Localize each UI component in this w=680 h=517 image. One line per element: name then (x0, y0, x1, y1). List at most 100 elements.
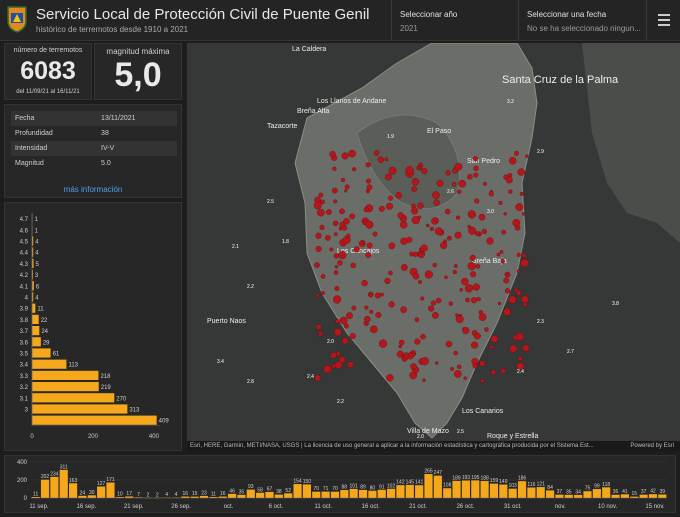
quake-marker[interactable] (434, 218, 439, 223)
quake-marker[interactable] (388, 242, 396, 250)
daily-bar[interactable] (461, 480, 470, 498)
quake-marker[interactable] (362, 240, 366, 245)
quake-marker[interactable] (388, 166, 397, 175)
quake-marker[interactable] (432, 311, 439, 319)
quake-marker[interactable] (514, 150, 519, 156)
quake-marker[interactable] (418, 280, 422, 284)
quake-marker[interactable] (414, 317, 420, 323)
quake-marker[interactable] (457, 189, 462, 194)
quake-marker[interactable] (512, 218, 521, 227)
magnitude-bar[interactable] (32, 348, 51, 358)
daily-bar[interactable] (284, 493, 293, 498)
quake-marker[interactable] (317, 208, 325, 217)
daily-bar[interactable] (517, 481, 527, 498)
quake-marker[interactable] (386, 374, 394, 382)
quake-marker[interactable] (348, 149, 356, 158)
quake-marker[interactable] (455, 315, 464, 324)
quake-marker[interactable] (350, 262, 356, 269)
quake-marker[interactable] (344, 189, 348, 193)
quake-marker[interactable] (340, 177, 346, 183)
quake-marker[interactable] (325, 235, 331, 241)
daily-bar[interactable] (433, 475, 442, 498)
quake-marker[interactable] (334, 286, 340, 292)
quake-marker[interactable] (385, 202, 393, 210)
quake-marker[interactable] (320, 291, 325, 296)
quake-marker[interactable] (451, 182, 457, 187)
daily-bar[interactable] (443, 488, 452, 498)
quake-marker[interactable] (369, 309, 374, 314)
quake-marker[interactable] (332, 166, 337, 171)
daily-bar[interactable] (97, 486, 106, 498)
quake-marker[interactable] (496, 252, 501, 257)
daily-bar[interactable] (302, 484, 311, 498)
quake-marker[interactable] (378, 205, 385, 212)
quake-marker[interactable] (366, 184, 373, 191)
quake-marker[interactable] (478, 313, 487, 321)
daily-bar[interactable] (592, 489, 601, 498)
quake-marker[interactable] (429, 226, 434, 232)
daily-bar[interactable] (658, 494, 667, 498)
quake-marker[interactable] (503, 212, 507, 216)
daily-bar[interactable] (471, 480, 480, 498)
quake-marker[interactable] (501, 229, 506, 235)
daily-bar[interactable] (265, 491, 274, 498)
quake-marker[interactable] (335, 318, 340, 324)
quake-marker[interactable] (503, 308, 512, 316)
quake-marker[interactable] (443, 239, 448, 244)
magnitude-bar[interactable] (32, 415, 157, 425)
quake-marker[interactable] (464, 284, 474, 293)
quake-marker[interactable] (411, 203, 416, 209)
quake-marker[interactable] (372, 231, 378, 237)
quake-marker[interactable] (476, 296, 481, 302)
quake-marker[interactable] (444, 275, 448, 280)
quake-marker[interactable] (412, 272, 420, 280)
quake-marker[interactable] (481, 228, 487, 235)
quake-marker[interactable] (471, 357, 479, 365)
quake-marker[interactable] (320, 199, 325, 205)
quake-marker[interactable] (329, 247, 334, 252)
quake-marker[interactable] (432, 262, 437, 268)
quake-marker[interactable] (452, 269, 457, 275)
quake-marker[interactable] (420, 296, 425, 301)
quake-marker[interactable] (318, 192, 324, 198)
daily-bar[interactable] (340, 490, 349, 498)
quake-marker[interactable] (332, 220, 339, 226)
powered-by-esri[interactable]: Powered by Esri (630, 441, 674, 451)
daily-bar[interactable] (499, 484, 508, 498)
quake-marker[interactable] (521, 212, 526, 216)
quake-marker[interactable] (352, 167, 357, 172)
daily-bar[interactable] (620, 494, 629, 498)
quake-marker[interactable] (337, 260, 343, 266)
quake-marker[interactable] (470, 297, 477, 304)
quake-marker[interactable] (453, 264, 458, 268)
daily-bar[interactable] (349, 488, 358, 498)
quake-marker[interactable] (400, 264, 408, 271)
quake-marker[interactable] (369, 325, 378, 334)
quake-marker[interactable] (364, 305, 369, 310)
quake-marker[interactable] (349, 213, 356, 220)
quake-marker[interactable] (498, 200, 503, 205)
quake-marker[interactable] (462, 327, 470, 335)
map-canvas[interactable]: La Caldera Breña Alta Los Llanos de Aridan… (187, 43, 680, 451)
quake-marker[interactable] (467, 262, 476, 271)
quake-marker[interactable] (341, 152, 349, 160)
daily-bar[interactable] (489, 483, 499, 498)
quake-marker[interactable] (421, 167, 428, 175)
quake-marker[interactable] (465, 297, 470, 303)
quake-marker[interactable] (365, 162, 371, 168)
daily-bar[interactable] (293, 484, 302, 498)
quake-marker[interactable] (484, 327, 489, 332)
quake-marker[interactable] (416, 166, 421, 171)
quake-marker[interactable] (384, 277, 391, 285)
quake-marker[interactable] (346, 312, 353, 320)
quake-marker[interactable] (344, 184, 350, 190)
quake-marker[interactable] (420, 357, 429, 366)
quake-marker[interactable] (315, 293, 320, 298)
daily-bar[interactable] (387, 488, 396, 498)
quake-marker[interactable] (480, 379, 485, 383)
daily-bar[interactable] (40, 479, 50, 498)
quake-marker[interactable] (399, 221, 408, 229)
quake-marker[interactable] (467, 210, 476, 219)
quake-marker[interactable] (411, 207, 419, 215)
quake-marker[interactable] (521, 253, 527, 258)
